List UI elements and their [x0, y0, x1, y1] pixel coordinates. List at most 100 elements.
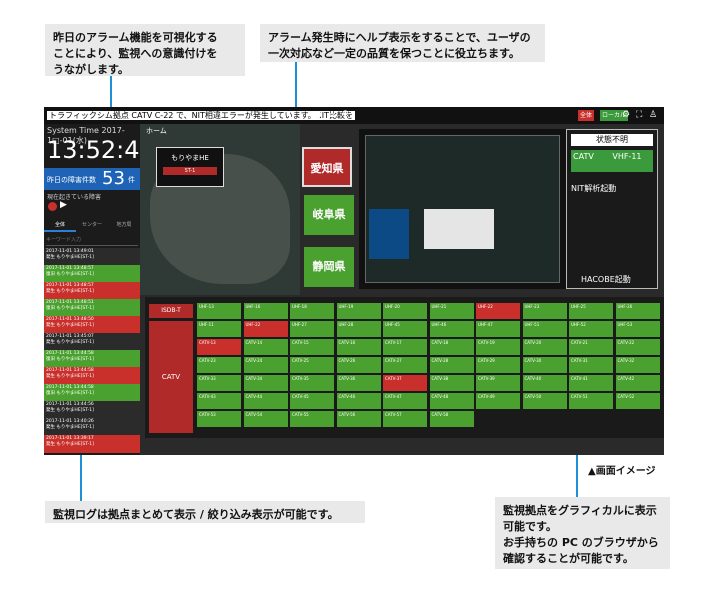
station-cell[interactable]: UHF-53 — [615, 321, 660, 337]
log-entry[interactable]: 2017-11-01 13:48:51 復旧 もりやまHE[ST-1] — [44, 299, 140, 317]
tab-local[interactable]: 地方局 — [108, 218, 140, 232]
station-cell[interactable]: CATV-55 — [290, 411, 334, 427]
station-cell[interactable]: CATV-34 — [243, 375, 288, 391]
station-cell[interactable]: CATV-21 — [569, 339, 613, 355]
log-entry[interactable]: 2017-11-01 13:45:07 発生 もりやまHE[ST-1] — [44, 333, 140, 351]
station-cell[interactable]: CATV-38 — [429, 375, 474, 391]
station-cell[interactable]: CATV-51 — [569, 393, 613, 409]
popup-station-button[interactable]: ST-1 — [163, 167, 217, 175]
station-cell[interactable]: CATV-31 — [569, 357, 613, 373]
station-cell[interactable]: UHF-23 — [522, 303, 567, 319]
tab-all[interactable]: 全体 — [44, 218, 76, 232]
log-entry[interactable]: 2017-11-01 13:39:17 発生 もりやまHE[ST-1] — [44, 435, 140, 453]
log-entry[interactable]: 2017-11-01 13:44:58 復旧 もりやまHE[ST-1] — [44, 384, 140, 402]
keyword-input[interactable]: キーワード入力 — [46, 236, 138, 246]
station-cell[interactable]: UHF-27 — [290, 321, 334, 337]
station-cell[interactable]: UHF-22 — [476, 303, 520, 319]
fullscreen-icon[interactable]: ⛶ — [636, 109, 642, 121]
station-cell[interactable]: CATV-28 — [429, 357, 474, 373]
pref-gifu[interactable]: 岐阜県 — [304, 195, 354, 235]
station-cell[interactable]: UHF-20 — [383, 303, 427, 319]
log-entry[interactable]: 2017-11-01 13:44:58 発生 もりやまHE[ST-1] — [44, 367, 140, 385]
tab-center[interactable]: センター — [76, 218, 108, 232]
station-cell[interactable]: CATV-30 — [522, 357, 567, 373]
home-label[interactable]: ホーム — [146, 126, 167, 136]
station-cell[interactable]: CATV-56 — [336, 411, 381, 427]
all-button[interactable]: 全体 — [578, 110, 595, 121]
station-cell[interactable]: CATV-14 — [243, 339, 288, 355]
station-cell[interactable]: UHF-26 — [615, 303, 660, 319]
station-cell[interactable]: UHF-52 — [569, 321, 613, 337]
station-cell[interactable]: CATV-40 — [522, 375, 567, 391]
station-cell[interactable]: CATV-43 — [197, 393, 241, 409]
station-cell[interactable]: CATV-29 — [476, 357, 520, 373]
station-cell[interactable]: CATV-41 — [569, 375, 613, 391]
nit-analysis-button[interactable]: NIT解析起動 — [571, 183, 616, 194]
station-cell[interactable]: UHF-22 — [243, 321, 288, 337]
station-cell[interactable]: UHF-19 — [336, 303, 381, 319]
station-cell[interactable]: CATV-42 — [615, 375, 660, 391]
station-cell[interactable]: CATV-19 — [476, 339, 520, 355]
log-entry[interactable]: 2017-11-01 13:48:50 発生 もりやまHE[ST-1] — [44, 316, 140, 334]
station-cell[interactable]: CATV-17 — [383, 339, 427, 355]
bulb-icon[interactable]: ● — [314, 109, 322, 121]
map-panel[interactable]: ホーム もりやまHE ST-1 — [140, 124, 300, 295]
log-entry[interactable]: 2017-11-01 13:48:57 発生 もりやまHE[ST-1] — [44, 282, 140, 300]
station-cell[interactable]: CATV-50 — [522, 393, 567, 409]
station-cell[interactable]: CATV-35 — [290, 375, 334, 391]
record-icon[interactable] — [48, 202, 57, 211]
station-cell[interactable]: CATV-33 — [197, 375, 241, 391]
station-cell[interactable]: UHF-13 — [197, 303, 241, 319]
station-cell[interactable]: CATV-20 — [522, 339, 567, 355]
station-cell[interactable]: CATV-26 — [336, 357, 381, 373]
station-cell[interactable]: UHF-46 — [429, 321, 474, 337]
station-cell[interactable]: CATV-44 — [243, 393, 288, 409]
yesterday-alarm-count[interactable]: 昨日の障害件数 53 件 — [44, 168, 140, 190]
pref-shizuoka[interactable]: 静岡県 — [304, 247, 354, 287]
station-cell[interactable]: CATV-39 — [476, 375, 520, 391]
station-cell[interactable]: UHF-16 — [243, 303, 288, 319]
station-cell[interactable]: CATV-18 — [429, 339, 474, 355]
station-cell[interactable]: CATV-48 — [429, 393, 474, 409]
station-cell[interactable]: UHF-11 — [197, 321, 241, 337]
station-cell[interactable]: CATV-53 — [197, 411, 241, 427]
catv-status[interactable]: CATV VHF-11 — [571, 150, 653, 172]
pref-aichi[interactable]: 愛知県 — [302, 147, 352, 187]
log-entry[interactable]: 2017-11-01 13:48:57 復旧 もりやまHE[ST-1] — [44, 265, 140, 283]
station-cell[interactable]: CATV-46 — [336, 393, 381, 409]
station-cell[interactable]: CATV-36 — [336, 375, 381, 391]
hacobe-button[interactable]: HACOBE起動 — [581, 274, 631, 285]
log-entry[interactable]: 2017-11-01 13:44:58 復旧 もりやまHE[ST-1] — [44, 350, 140, 368]
station-cell[interactable]: UHF-45 — [383, 321, 427, 337]
station-cell[interactable]: CATV-57 — [383, 411, 427, 427]
pin-icon[interactable]: ⚲ — [342, 109, 349, 121]
station-cell[interactable]: UHF-47 — [476, 321, 520, 337]
station-cell[interactable]: CATV-23 — [197, 357, 241, 373]
log-entry[interactable]: 2017-11-01 13:44:56 発生 もりやまHE[ST-1] — [44, 401, 140, 419]
station-cell[interactable]: CATV-52 — [615, 393, 660, 409]
gear-icon[interactable]: ⚙ — [622, 109, 630, 121]
ticker-message[interactable]: トラフィックシム拠点 CATV C-22 で、NIT相違エラーが発生しています。… — [47, 111, 356, 120]
station-cell[interactable]: CATV-25 — [290, 357, 334, 373]
station-cell[interactable]: UHF-18 — [290, 303, 334, 319]
station-popup[interactable]: もりやまHE ST-1 — [156, 147, 224, 187]
station-cell[interactable]: CATV-16 — [336, 339, 381, 355]
station-cell[interactable]: CATV-58 — [429, 411, 474, 427]
station-cell[interactable]: CATV-45 — [290, 393, 334, 409]
station-cell[interactable]: UHF-21 — [429, 303, 474, 319]
station-cell[interactable]: CATV-22 — [615, 339, 660, 355]
station-cell[interactable]: CATV-49 — [476, 393, 520, 409]
log-entry[interactable]: 2017-11-01 13:49:01 発生 もりやまHE[ST-1] — [44, 248, 140, 266]
station-cell[interactable]: UHF-51 — [522, 321, 567, 337]
log-entry[interactable]: 2017-11-01 13:40:26 発生 もりやまHE[ST-1] — [44, 418, 140, 436]
station-cell[interactable]: CATV-47 — [383, 393, 427, 409]
station-cell[interactable]: UHF-25 — [569, 303, 613, 319]
station-cell[interactable]: CATV-27 — [383, 357, 427, 373]
station-cell[interactable]: UHF-28 — [336, 321, 381, 337]
user-icon[interactable]: ♙ — [649, 109, 657, 121]
station-cell[interactable]: CATV-37 — [383, 375, 427, 391]
station-cell[interactable]: CATV-32 — [615, 357, 660, 373]
station-cell[interactable]: CATV-15 — [290, 339, 334, 355]
station-cell[interactable]: CATV-54 — [243, 411, 288, 427]
station-cell[interactable]: CATV-13 — [197, 339, 241, 355]
